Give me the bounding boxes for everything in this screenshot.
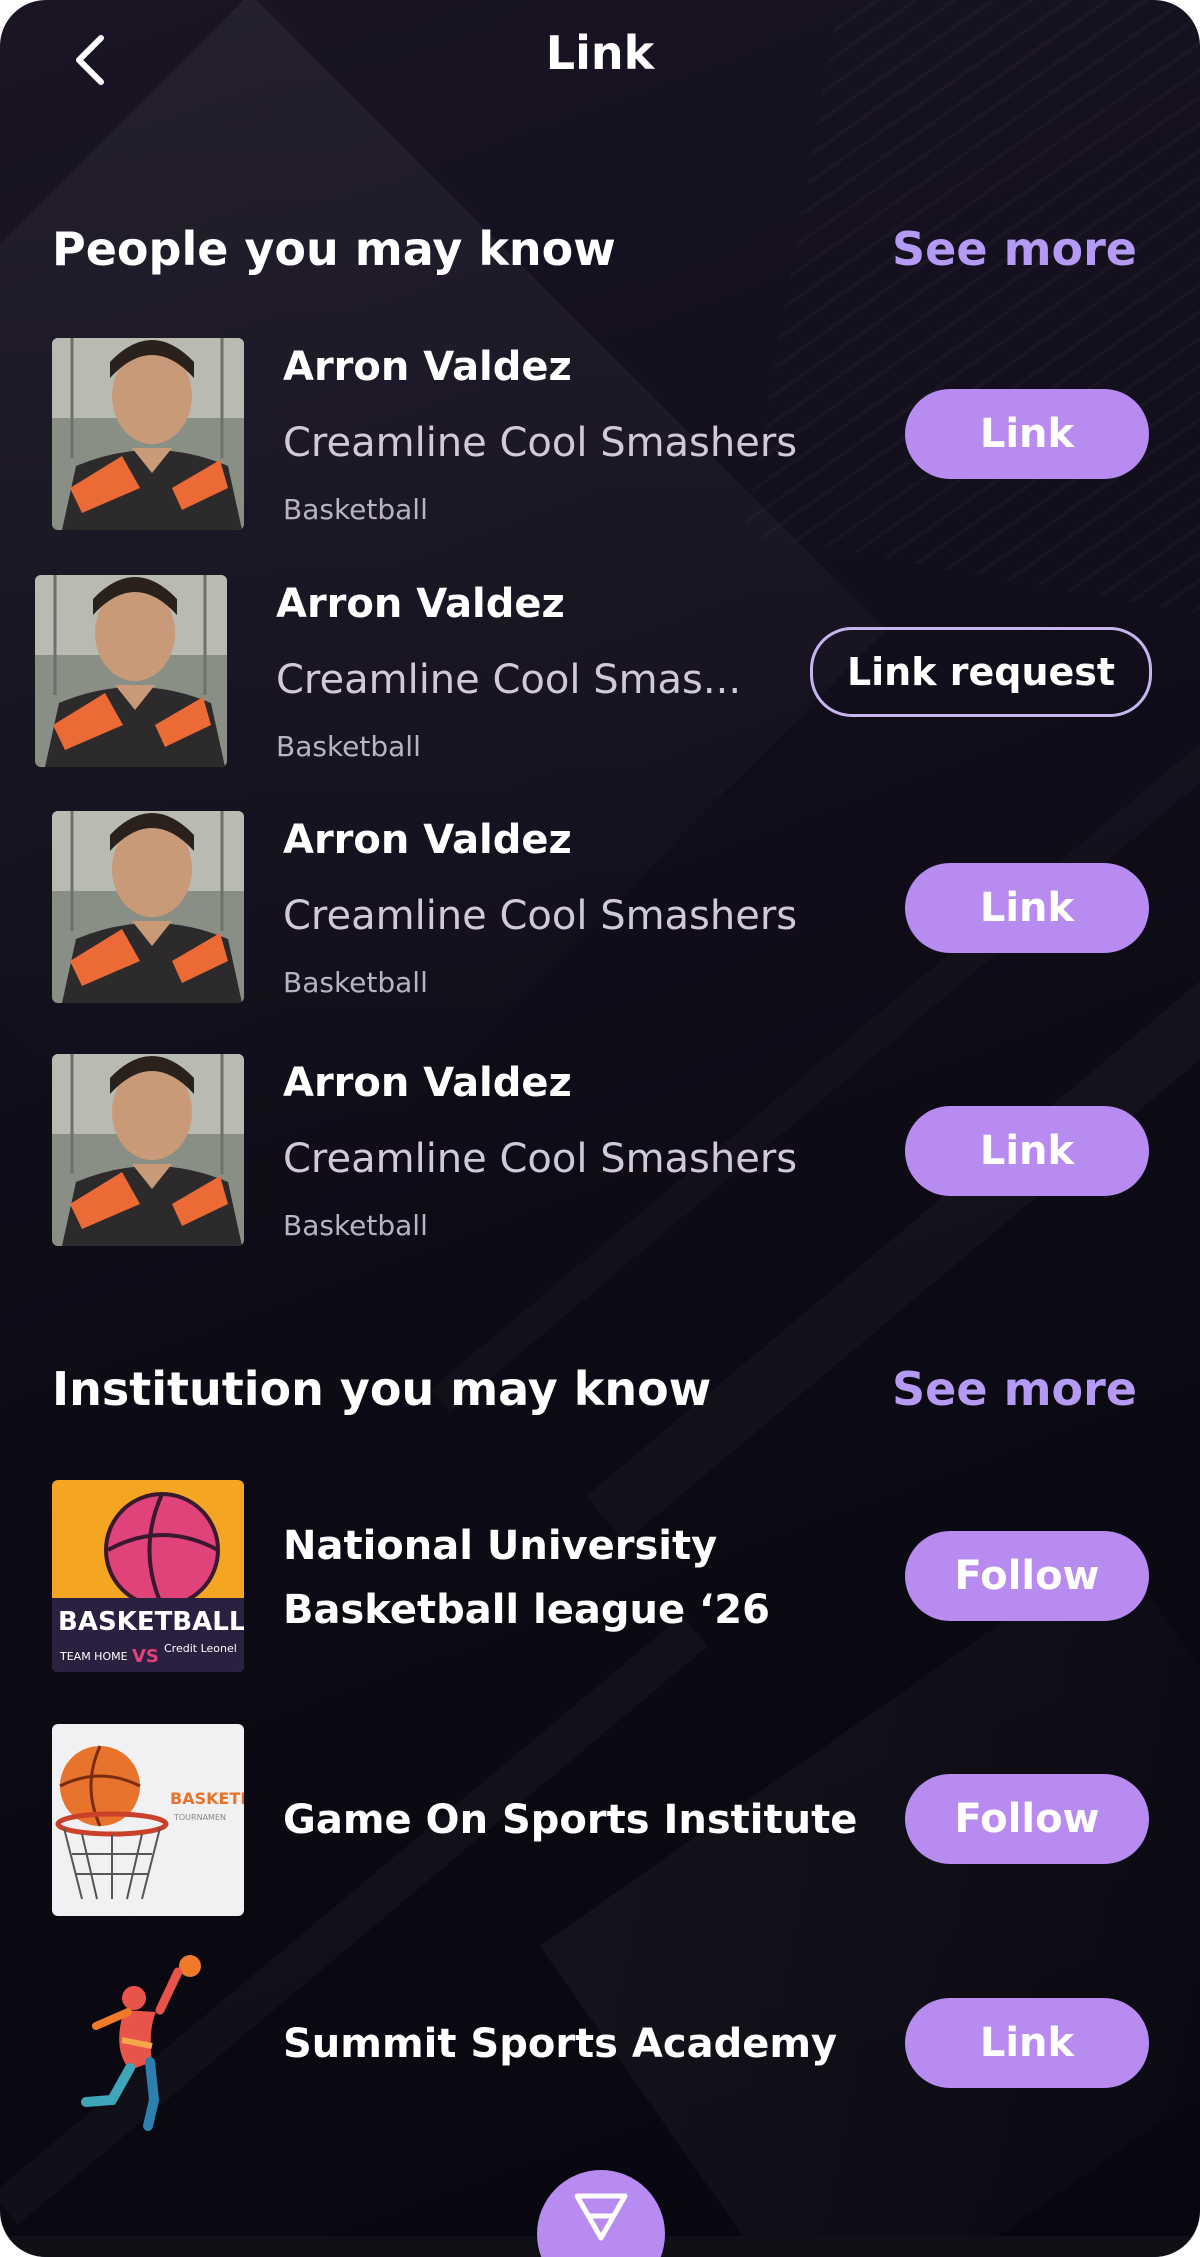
- bg-decoration: [431, 618, 1200, 1412]
- logo-lettering: Credit Leonel: [164, 1642, 237, 1655]
- person-team: Creamline Cool Smashers: [283, 420, 798, 466]
- institution-name: Summit Sports Academy: [283, 2021, 838, 2067]
- bg-decoration: [744, 0, 1200, 656]
- institution-section-title: Institution you may know: [52, 1362, 712, 1416]
- page-title: Link: [545, 26, 655, 80]
- institution-logo[interactable]: BASKETBALL TEAM HOME VS Credit Leonel: [52, 1480, 244, 1672]
- person-sport: Basketball: [283, 1209, 428, 1242]
- institution-name-line: National University: [283, 1523, 718, 1569]
- institution-name: Game On Sports Institute: [283, 1797, 858, 1843]
- people-section-title: People you may know: [52, 222, 616, 276]
- logo-lettering: BASKETBALL: [58, 1607, 244, 1637]
- avatar[interactable]: [52, 1054, 244, 1246]
- link-button[interactable]: Link: [905, 863, 1149, 953]
- center-action-button[interactable]: [537, 2170, 665, 2257]
- institution-name-line: Basketball league ‘26: [283, 1587, 770, 1633]
- person-team: Creamline Cool Smashers: [283, 893, 798, 939]
- person-name: Arron Valdez: [283, 344, 572, 390]
- link-button[interactable]: Link: [905, 389, 1149, 479]
- avatar[interactable]: [35, 575, 227, 767]
- person-team: Creamline Cool Smas...: [276, 657, 742, 703]
- institution-name: National University Basketball league ‘2…: [283, 1514, 770, 1642]
- follow-button[interactable]: Follow: [905, 1774, 1149, 1864]
- logo-lettering: TEAM HOME: [59, 1650, 128, 1663]
- institution-logo[interactable]: [52, 1950, 244, 2142]
- person-team: Creamline Cool Smashers: [283, 1136, 798, 1182]
- logo-lettering: TOURNAMEN: [173, 1813, 226, 1822]
- bg-decoration: [586, 918, 1200, 1542]
- link-request-button[interactable]: Link request: [810, 627, 1152, 717]
- link-button[interactable]: Link: [905, 1998, 1149, 2088]
- institution-logo[interactable]: BASKETB TOURNAMEN: [52, 1724, 244, 1916]
- logo-lettering: VS: [132, 1646, 159, 1667]
- person-sport: Basketball: [276, 730, 421, 763]
- logo-lettering: BASKETB: [170, 1789, 244, 1808]
- bg-decoration: [539, 1544, 1200, 2257]
- person-sport: Basketball: [283, 966, 428, 999]
- person-name: Arron Valdez: [276, 581, 565, 627]
- triangle-logo-icon: [574, 2193, 628, 2241]
- link-screen: Link People you may know See more Arron …: [0, 0, 1200, 2257]
- people-see-more-link[interactable]: See more: [892, 222, 1137, 276]
- institution-see-more-link[interactable]: See more: [892, 1362, 1137, 1416]
- follow-button[interactable]: Follow: [905, 1531, 1149, 1621]
- person-sport: Basketball: [283, 493, 428, 526]
- person-name: Arron Valdez: [283, 1060, 572, 1106]
- link-button[interactable]: Link: [905, 1106, 1149, 1196]
- person-name: Arron Valdez: [283, 817, 572, 863]
- avatar[interactable]: [52, 811, 244, 1003]
- avatar[interactable]: [52, 338, 244, 530]
